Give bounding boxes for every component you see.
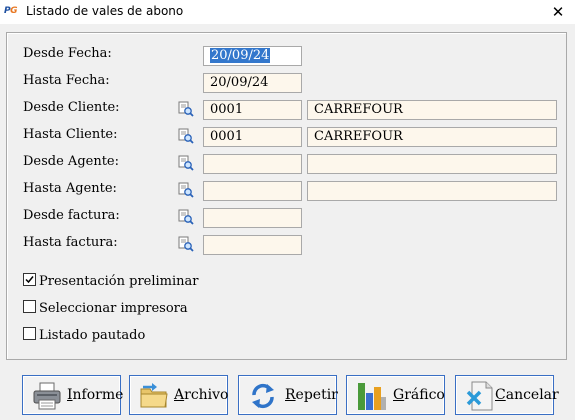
hasta-factura-input[interactable] — [203, 235, 302, 255]
hasta-agente-label: Hasta Agente: — [23, 181, 117, 196]
desde-agente-name-field[interactable] — [307, 154, 557, 174]
desde-cliente-label: Desde Cliente: — [23, 100, 120, 115]
bar-chart-icon — [358, 383, 386, 410]
repetir-label: Repetir — [285, 387, 338, 403]
archivo-button[interactable]: Archivo — [129, 375, 229, 415]
desde-fecha-label: Desde Fecha: — [23, 46, 112, 61]
lookup-search-icon[interactable] — [178, 209, 194, 225]
title-bar: PG Listado de vales de abono ✕ — [0, 0, 575, 24]
checkbox-unchecked-icon[interactable] — [23, 300, 36, 313]
desde-agente-code-input[interactable] — [203, 154, 302, 174]
cancelar-button[interactable]: Cancelar — [455, 375, 559, 415]
seleccionar-impresora-label: Seleccionar impresora — [39, 301, 188, 316]
hasta-agente-name-field[interactable] — [307, 181, 557, 201]
grafico-label: Gráfico — [393, 387, 445, 403]
folder-icon — [140, 383, 168, 408]
refresh-icon — [252, 383, 274, 409]
desde-cliente-code-input[interactable]: 0001 — [203, 100, 302, 120]
desde-factura-input[interactable] — [203, 208, 302, 228]
checkbox-checked-icon[interactable] — [23, 273, 36, 286]
hasta-cliente-code-input[interactable]: 0001 — [203, 127, 302, 147]
presentacion-preliminar-label: Presentación preliminar — [39, 274, 199, 289]
archivo-label: Archivo — [174, 387, 229, 403]
desde-factura-label: Desde factura: — [23, 208, 120, 223]
hasta-cliente-name-field[interactable]: CARREFOUR — [307, 127, 557, 147]
presentacion-preliminar-checkbox[interactable]: Presentación preliminar — [23, 273, 199, 289]
lookup-search-icon[interactable] — [178, 236, 194, 252]
lookup-search-icon[interactable] — [178, 155, 194, 171]
hasta-agente-code-input[interactable] — [203, 181, 302, 201]
desde-agente-label: Desde Agente: — [23, 154, 120, 169]
lookup-search-icon[interactable] — [178, 128, 194, 144]
cancelar-label: Cancelar — [495, 387, 559, 403]
close-button[interactable]: ✕ — [541, 0, 575, 24]
informe-label: Informe — [67, 387, 124, 403]
lookup-search-icon[interactable] — [178, 101, 194, 117]
hasta-cliente-label: Hasta Cliente: — [23, 127, 118, 142]
app-logo-icon: PG — [4, 6, 17, 16]
listado-pautado-checkbox[interactable]: Listado pautado — [23, 327, 145, 343]
informe-button[interactable]: Informe — [22, 375, 124, 415]
desde-fecha-value: 20/09/24 — [210, 48, 271, 63]
lookup-search-icon[interactable] — [178, 182, 194, 198]
desde-cliente-name-field[interactable]: CARREFOUR — [307, 100, 557, 120]
desde-fecha-input[interactable]: 20/09/24 — [203, 46, 302, 66]
hasta-fecha-input[interactable]: 20/09/24 — [203, 73, 302, 93]
cancel-document-icon — [466, 381, 493, 411]
printer-icon — [33, 382, 61, 410]
seleccionar-impresora-checkbox[interactable]: Seleccionar impresora — [23, 300, 188, 316]
hasta-fecha-label: Hasta Fecha: — [23, 73, 110, 88]
repetir-button[interactable]: Repetir — [238, 375, 338, 415]
hasta-factura-label: Hasta factura: — [23, 235, 118, 250]
grafico-button[interactable]: Gráfico — [346, 375, 445, 415]
listado-pautado-label: Listado pautado — [39, 328, 146, 343]
checkbox-unchecked-icon[interactable] — [23, 327, 36, 340]
window-title: Listado de vales de abono — [26, 4, 184, 18]
